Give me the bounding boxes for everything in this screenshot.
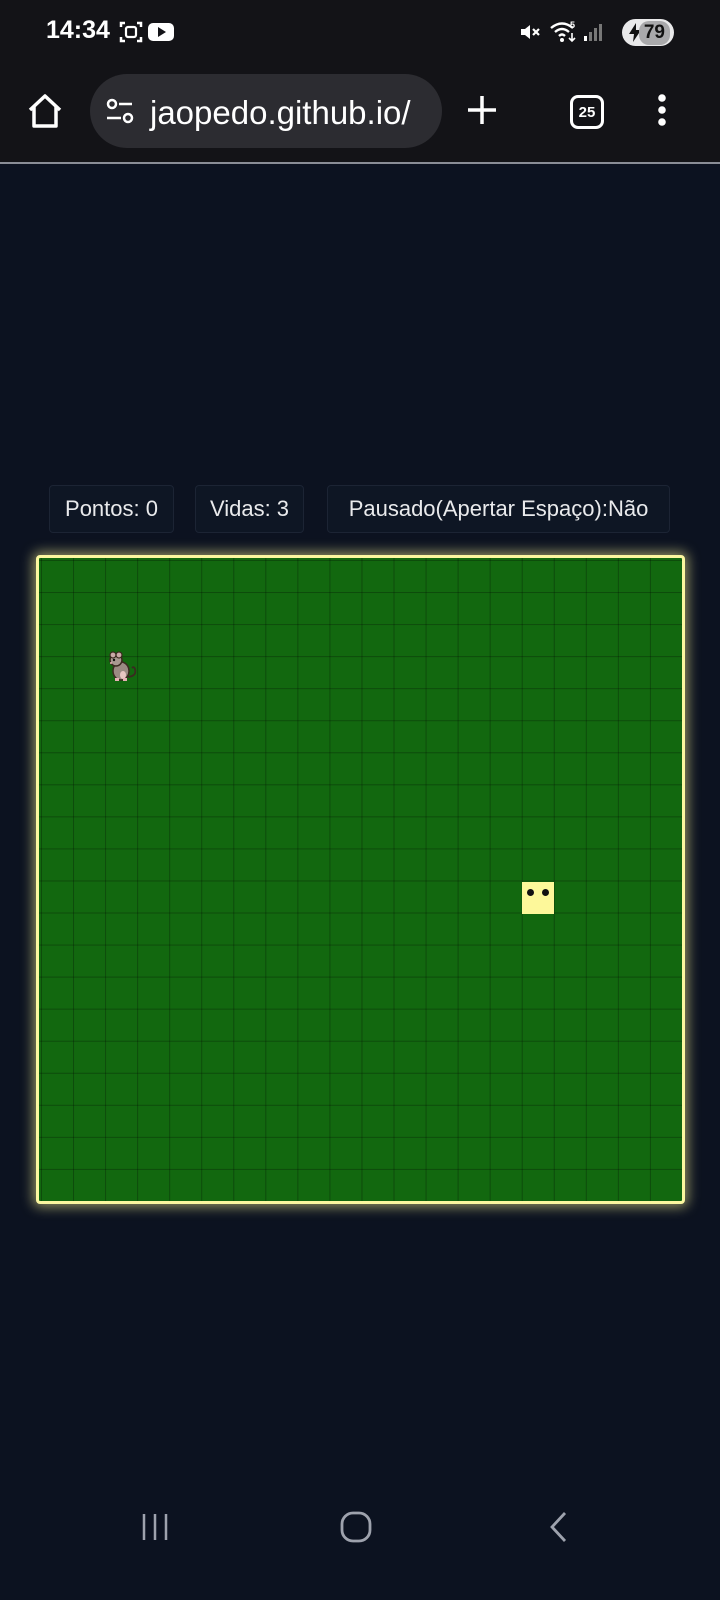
signal-icon (582, 18, 604, 46)
nav-home-icon[interactable] (338, 1509, 374, 1545)
rat-icon (104, 649, 138, 683)
browser-toolbar: jaopedo.github.io/ 25 (0, 66, 720, 164)
plus-icon[interactable] (462, 90, 502, 130)
home-icon[interactable] (22, 88, 68, 134)
back-icon[interactable] (544, 1509, 574, 1545)
recents-icon[interactable] (138, 1510, 172, 1544)
snake-head (522, 882, 554, 914)
more-vert-icon[interactable] (650, 90, 674, 130)
address-bar[interactable]: jaopedo.github.io/ (90, 74, 442, 148)
url-text[interactable]: jaopedo.github.io/ (150, 94, 411, 132)
battery-level: 79 (638, 21, 670, 45)
youtube-icon (148, 18, 174, 46)
status-bar: 14:34 5 79 (0, 0, 720, 66)
tune-icon[interactable] (104, 96, 136, 126)
network-type-label: 5 (570, 20, 575, 30)
screenshot-icon (118, 18, 144, 46)
battery-indicator: 79 (622, 19, 674, 46)
tab-switcher-button[interactable]: 25 (570, 95, 604, 129)
pause-status: Pausado(Apertar Espaço):Não (327, 485, 670, 533)
game-board[interactable] (36, 555, 685, 1204)
lives-display: Vidas: 3 (195, 485, 304, 533)
status-time: 14:34 (46, 16, 110, 44)
navigation-bar (0, 1500, 720, 1600)
wifi-icon: 5 (549, 18, 579, 46)
snake-eye (527, 889, 534, 896)
mute-icon (518, 18, 542, 46)
score-display: Pontos: 0 (49, 485, 174, 533)
snake-eye (542, 889, 549, 896)
